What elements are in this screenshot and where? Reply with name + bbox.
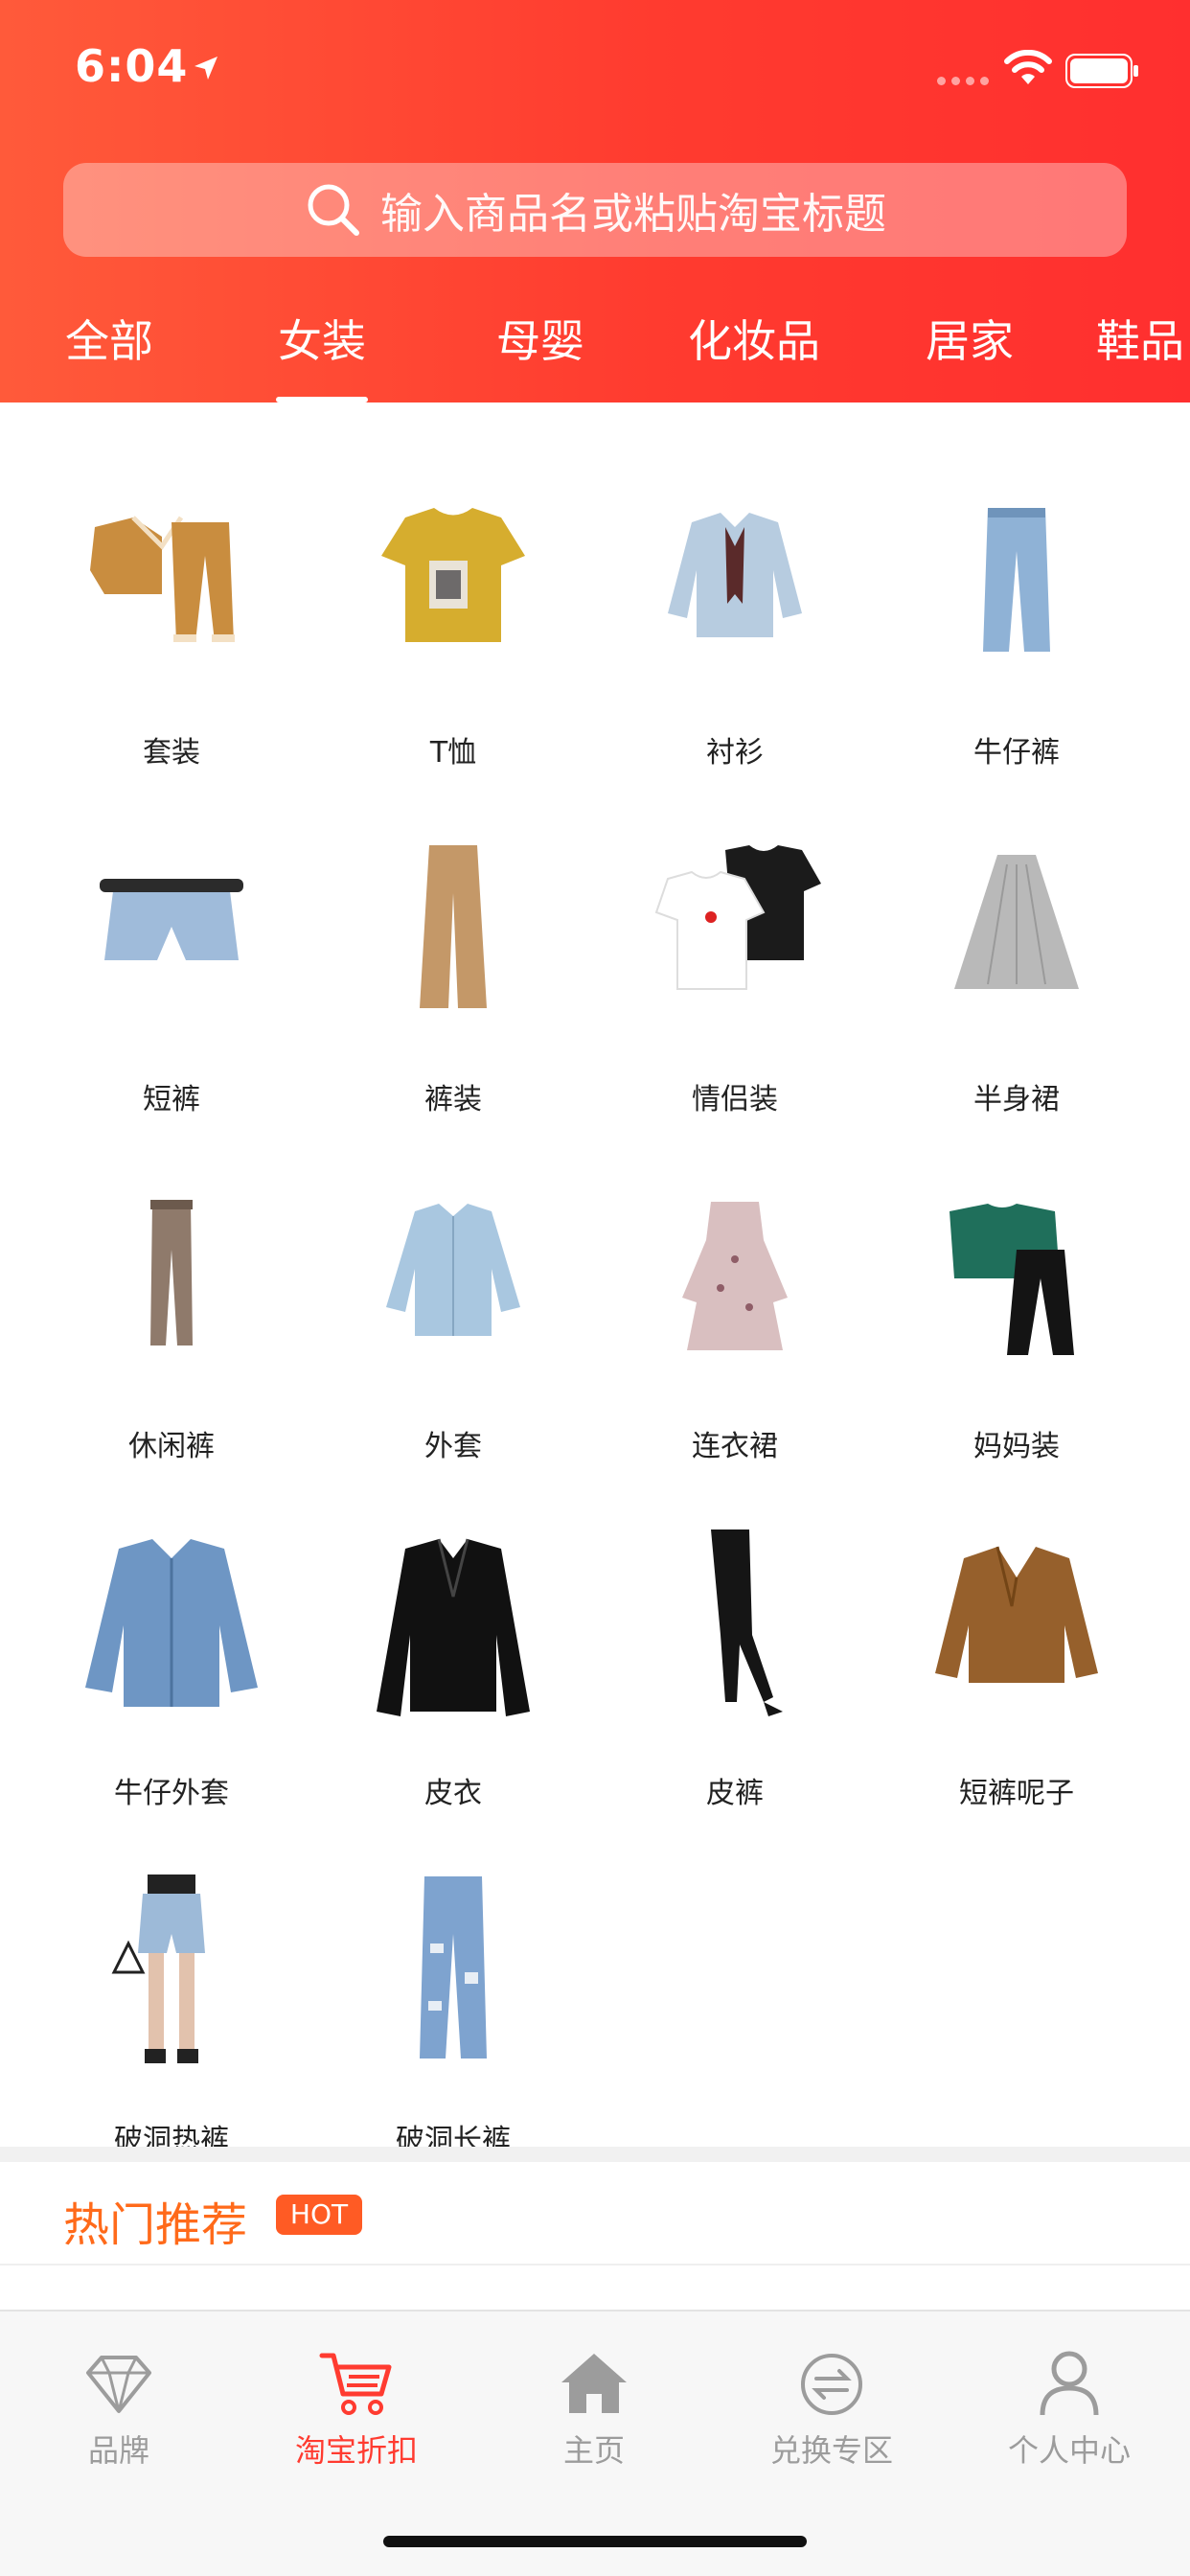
bottom-tab-label: 兑换专区 <box>769 2432 893 2469</box>
jeans-image <box>983 508 1050 652</box>
grid-item-label: 短裤 <box>143 1083 200 1116</box>
ripped-jeans-image <box>420 1876 487 2058</box>
grid-item-leather-jacket[interactable]: 皮衣 <box>312 1482 594 1827</box>
grid-item-label: 休闲裤 <box>128 1430 215 1463</box>
bottom-tab-brand[interactable]: 品牌 <box>0 2312 238 2503</box>
bottom-tab-label: 淘宝折扣 <box>294 2432 418 2469</box>
header: 6:04 输入商品名或粘贴淘宝标题 全部 女装 母婴 化妆品 居家 鞋品 <box>0 0 1190 402</box>
grid-item-label: 短裤呢子 <box>959 1777 1074 1810</box>
grid-item-casual-pants[interactable]: 休闲裤 <box>31 1135 312 1480</box>
mom-outfit-image <box>950 1204 1074 1355</box>
app-screen: { "status_bar": {"time": "6:04"}, "searc… <box>0 0 1190 2576</box>
cart-icon <box>319 2353 392 2415</box>
grid-item-ripped-shorts[interactable]: 破洞热裤 <box>31 1828 312 2174</box>
battery-icon <box>1065 54 1138 88</box>
grid-item-label: 衬衫 <box>706 736 764 770</box>
tab-cosmetics[interactable]: 化妆品 <box>688 305 820 402</box>
grid-item-label: 妈妈装 <box>973 1430 1060 1463</box>
grid-item-label: 牛仔外套 <box>114 1777 229 1810</box>
wide-pants-image <box>420 845 487 1008</box>
casual-pants-image <box>150 1200 193 1346</box>
signal-icon <box>937 77 995 88</box>
grid-item-label: 套装 <box>143 736 200 770</box>
search-icon <box>308 184 359 236</box>
grid-item-label: 情侣装 <box>692 1083 778 1116</box>
grid-item-ripped-jeans[interactable]: 破洞长裤 <box>312 1828 594 2174</box>
pleated-skirt-image <box>954 855 1079 989</box>
diamond-icon <box>86 2356 151 2413</box>
leather-jacket-image <box>377 1538 530 1716</box>
bottom-tab-home[interactable]: 主页 <box>475 2312 713 2503</box>
grid-item-jeans[interactable]: 牛仔裤 <box>876 441 1157 786</box>
tshirt-image <box>381 508 525 642</box>
grid-item-shorts[interactable]: 短裤 <box>31 788 312 1133</box>
grid-item-trousers[interactable]: 裤装 <box>312 788 594 1133</box>
search-placeholder: 输入商品名或粘贴淘宝标题 <box>380 190 886 239</box>
tab-home[interactable]: 居家 <box>926 305 1014 402</box>
floral-dress-image <box>682 1202 788 1350</box>
location-arrow-icon <box>195 57 217 80</box>
denim-shorts-image <box>100 879 243 960</box>
grid-item-label: 半身裙 <box>973 1083 1060 1116</box>
tab-mother-baby[interactable]: 母婴 <box>496 305 584 402</box>
wool-coat-image <box>935 1546 1098 1683</box>
grid-item-dress[interactable]: 连衣裙 <box>594 1135 876 1480</box>
status-bar: 6:04 <box>0 0 1190 144</box>
grid-item-label: 皮衣 <box>424 1777 482 1810</box>
grid-item-label: 皮裤 <box>706 1777 764 1810</box>
tracksuit-image <box>90 516 235 642</box>
grid-item-wool-coat[interactable]: 短裤呢子 <box>876 1482 1157 1827</box>
grid-item-label: 裤装 <box>424 1083 482 1116</box>
grid-item-mom-wear[interactable]: 妈妈装 <box>876 1135 1157 1480</box>
subcategory-grid: 套装 T恤 衬衫 牛仔裤 短裤 裤装 情侣装 半身裙 休闲裤 外套 连衣裙 妈妈… <box>0 402 1190 2157</box>
hot-recommendation-section: 热门推荐 HOT <box>0 2162 1190 2266</box>
bottom-tab-label: 个人中心 <box>1007 2432 1131 2469</box>
home-indicator <box>383 2536 807 2547</box>
grid-item-label: T恤 <box>429 736 477 770</box>
light-jacket-image <box>386 1204 520 1336</box>
bottom-tab-personal-center[interactable]: 个人中心 <box>950 2312 1188 2503</box>
grid-item-label: 外套 <box>424 1430 482 1463</box>
grid-item-suit[interactable]: 套装 <box>31 441 312 786</box>
grid-item-label: 连衣裙 <box>692 1430 778 1463</box>
category-tabs: 全部 女装 母婴 化妆品 居家 鞋品 <box>0 305 1190 402</box>
section-divider <box>0 2147 1190 2162</box>
grid-item-leather-pants[interactable]: 皮裤 <box>594 1482 876 1827</box>
tab-shoes[interactable]: 鞋品 <box>1096 305 1184 402</box>
wifi-icon <box>1004 50 1052 84</box>
ripped-shorts-image <box>111 1874 205 2063</box>
grid-item-couple-wear[interactable]: 情侣装 <box>594 788 876 1133</box>
grid-item-shirt[interactable]: 衬衫 <box>594 441 876 786</box>
shirt-image <box>668 513 802 637</box>
grid-item-label: 牛仔裤 <box>973 736 1060 770</box>
couple-tees-image <box>654 845 821 990</box>
grid-item-tshirt[interactable]: T恤 <box>312 441 594 786</box>
grid-item-skirt[interactable]: 半身裙 <box>876 788 1157 1133</box>
home-icon <box>561 2354 627 2413</box>
exchange-icon <box>801 2354 862 2415</box>
bottom-tab-label: 品牌 <box>87 2432 149 2469</box>
hot-badge: HOT <box>276 2195 362 2235</box>
tab-womens-clothing[interactable]: 女装 <box>276 305 368 402</box>
hot-section-title: 热门推荐 <box>63 2198 248 2252</box>
status-time: 6:04 <box>75 40 189 92</box>
tab-all[interactable]: 全部 <box>65 305 153 402</box>
bottom-tab-taobao-discount[interactable]: 淘宝折扣 <box>238 2312 475 2503</box>
person-icon <box>1040 2351 1099 2416</box>
grid-item-denim-jacket[interactable]: 牛仔外套 <box>31 1482 312 1827</box>
grid-item-jacket[interactable]: 外套 <box>312 1135 594 1480</box>
leather-pants-image <box>711 1530 783 1716</box>
search-bar[interactable]: 输入商品名或粘贴淘宝标题 <box>63 163 1127 257</box>
bottom-tab-label: 主页 <box>562 2432 625 2469</box>
bottom-tab-exchange[interactable]: 兑换专区 <box>713 2312 950 2503</box>
denim-jacket-image <box>85 1539 258 1707</box>
